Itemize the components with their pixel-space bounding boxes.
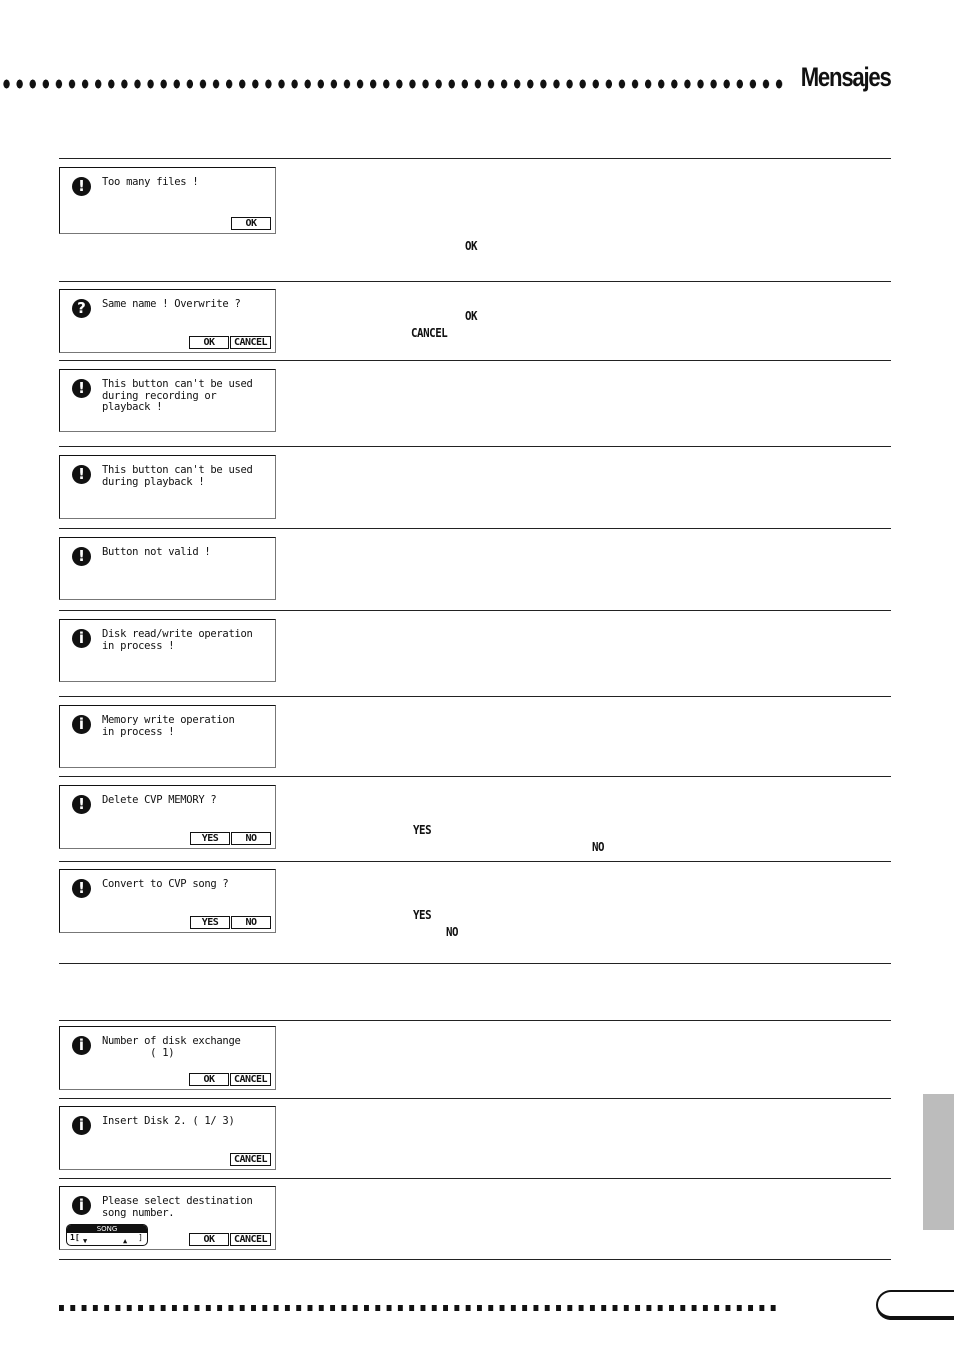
header-dotted-rule <box>0 79 786 89</box>
row-divider <box>59 610 891 611</box>
dialog-message: Button not valid ! <box>102 546 211 558</box>
row-divider <box>59 861 891 862</box>
ok-button[interactable]: OK <box>189 1073 229 1086</box>
yes-button[interactable]: YES <box>190 832 230 845</box>
page-title: Mensajes <box>801 62 892 92</box>
row-divider <box>59 963 891 964</box>
dialog-button-unusable-playback: ! This button can't be used during playb… <box>59 455 276 519</box>
ref-no: NO <box>592 840 605 854</box>
dialog-too-many-files: ! Too many files ! OK <box>59 167 276 234</box>
cancel-button[interactable]: CANCEL <box>230 1073 271 1086</box>
yes-button[interactable]: YES <box>190 916 230 929</box>
ok-button[interactable]: OK <box>189 336 229 349</box>
ref-yes: YES <box>413 823 432 837</box>
row-divider <box>59 528 891 529</box>
info-icon: i <box>72 1196 91 1215</box>
page-number-tab <box>876 1290 954 1320</box>
decrement-arrow-icon[interactable]: ▼ <box>83 1237 87 1245</box>
cancel-button[interactable]: CANCEL <box>230 336 271 349</box>
dialog-message: Convert to CVP song ? <box>102 878 229 890</box>
dialog-message: Please select destination song number. <box>102 1195 253 1219</box>
exclamation-icon: ! <box>72 379 91 398</box>
row-divider <box>59 158 891 159</box>
dialog-disk-operation: i Disk read/write operation in process ! <box>59 619 276 682</box>
dialog-message: Same name ! Overwrite ? <box>102 298 241 310</box>
section-thumb-tab <box>923 1094 954 1230</box>
info-icon: i <box>72 629 91 648</box>
dialog-button-unusable-recording: ! This button can't be used during recor… <box>59 369 276 432</box>
dialog-memory-write: i Memory write operation in process ! <box>59 705 276 768</box>
song-number-value: 1[ <box>70 1233 80 1242</box>
row-divider <box>59 696 891 697</box>
dialog-button-not-valid: ! Button not valid ! <box>59 537 276 600</box>
exclamation-icon: ! <box>72 465 91 484</box>
dialog-insert-disk: i Insert Disk 2. ( 1/ 3) CANCEL <box>59 1106 276 1170</box>
row-divider <box>59 1178 891 1179</box>
cancel-button[interactable]: CANCEL <box>230 1153 271 1166</box>
dialog-disk-exchange-count: i Number of disk exchange ( 1) OK CANCEL <box>59 1026 276 1090</box>
dialog-convert-cvp-song: ! Convert to CVP song ? YES NO <box>59 869 276 933</box>
dialog-message: Disk read/write operation in process ! <box>102 628 253 652</box>
ref-ok: OK <box>465 309 478 323</box>
song-number-selector[interactable]: SONG 1[ ] ▼ ▲ <box>66 1224 148 1246</box>
row-divider <box>59 1259 891 1260</box>
exclamation-icon: ! <box>72 795 91 814</box>
ok-button[interactable]: OK <box>189 1233 229 1246</box>
info-icon: i <box>72 1036 91 1055</box>
footer-dotted-rule <box>59 1305 779 1311</box>
row-divider <box>59 360 891 361</box>
dialog-same-name-overwrite: ? Same name ! Overwrite ? OK CANCEL <box>59 289 276 353</box>
dialog-message: Too many files ! <box>102 176 199 188</box>
info-icon: i <box>72 1116 91 1135</box>
ok-button[interactable]: OK <box>231 217 271 230</box>
ref-no: NO <box>446 925 459 939</box>
info-icon: i <box>72 715 91 734</box>
ref-cancel: CANCEL <box>411 326 448 340</box>
dialog-message: Insert Disk 2. ( 1/ 3) <box>102 1115 235 1127</box>
cancel-button[interactable]: CANCEL <box>230 1233 271 1246</box>
dialog-message: Memory write operation in process ! <box>102 714 235 738</box>
exclamation-icon: ! <box>72 547 91 566</box>
dialog-delete-cvp-memory: ! Delete CVP MEMORY ? YES NO <box>59 785 276 849</box>
dialog-message: Number of disk exchange ( 1) <box>102 1035 241 1059</box>
song-label: SONG <box>67 1225 147 1233</box>
question-icon: ? <box>72 299 91 318</box>
song-bracket-close: ] <box>138 1233 143 1242</box>
exclamation-icon: ! <box>72 177 91 196</box>
row-divider <box>59 1020 891 1021</box>
dialog-message: Delete CVP MEMORY ? <box>102 794 217 806</box>
no-button[interactable]: NO <box>231 916 271 929</box>
no-button[interactable]: NO <box>231 832 271 845</box>
row-divider <box>59 776 891 777</box>
dialog-select-destination-song: i Please select destination song number.… <box>59 1186 276 1250</box>
ref-yes: YES <box>413 908 432 922</box>
dialog-message: This button can't be used during playbac… <box>102 464 253 488</box>
dialog-message: This button can't be used during recordi… <box>102 378 253 413</box>
ref-ok: OK <box>465 239 478 253</box>
row-divider <box>59 281 891 282</box>
row-divider <box>59 446 891 447</box>
increment-arrow-icon[interactable]: ▲ <box>123 1237 127 1245</box>
exclamation-icon: ! <box>72 879 91 898</box>
row-divider <box>59 1098 891 1099</box>
